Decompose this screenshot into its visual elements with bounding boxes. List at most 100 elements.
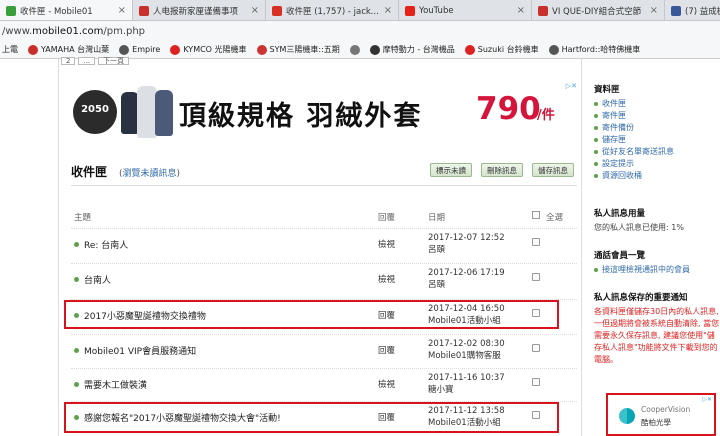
hartford-icon [548,44,559,55]
address-bar[interactable]: /www.mobile01.com/pm.php [0,21,720,41]
highlight-box [64,300,559,329]
bookmark-item[interactable]: Empire [119,44,160,55]
section-title: 資料匣 [594,85,620,95]
message-subject[interactable]: Mobile01 VIP會員服務通知 [84,344,196,357]
notify-section: 通話會員一覽 接這哩檢視通訊中的會員 [594,249,720,276]
message-subject[interactable]: Re: 台南人 [84,238,128,251]
bookmark-item[interactable]: SYM三陽機車::五期 [256,44,340,55]
gmail-favicon-icon [272,5,282,16]
bookmark-item[interactable]: 上電 [2,44,18,55]
bookmark-item[interactable]: Hartford::哈特佛機車 [548,44,640,55]
row-checkbox[interactable] [532,344,540,352]
usage-section: 私人訊息用量 您的私人訊息已使用: 1% [594,207,720,234]
ad-headline: 頂級規格 羽絨外套 [179,101,423,132]
browse-unread-link[interactable]: 瀏覽未讀訊息 [123,169,177,179]
close-tab-icon[interactable]: × [650,5,658,16]
sidebar-item-sent-backup[interactable]: 寄件備份 [594,122,720,134]
highlight-box [64,402,559,433]
reply-link[interactable]: 回覆 [378,344,395,356]
tab-title: VI QUE-DIY組合式空節 [552,6,642,17]
ad-text: 酷柏光學 [641,418,671,427]
browser-tab[interactable]: 收件匣 (1,757) - jackycl × [266,0,399,20]
left-gutter [0,59,58,436]
next-page-link[interactable]: 下一頁 [98,57,130,65]
row-checkbox[interactable] [532,378,540,386]
select-all-checkbox[interactable] [532,211,540,219]
ad-price-unit: /件 [537,108,555,123]
tab-title: 收件匣 - Mobile01 [20,6,93,17]
tab-title: 收件匣 (1,757) - jackycl [286,6,380,17]
page-title: 收件匣 [71,165,108,179]
yamaha-icon [28,44,38,55]
col-select-all: 全選 [546,213,564,223]
close-tab-icon[interactable]: × [517,5,525,16]
sidebar-ad[interactable]: ▷✕ CooperVision 酷柏光學 [606,393,716,436]
reply-link[interactable]: 檢視 [378,378,395,390]
adchoices-icon[interactable]: ▷✕ [566,82,577,90]
sidebar-item-saved[interactable]: 儲存匣 [594,134,720,146]
sidebar-item-send-from-friends[interactable]: 從好友名單寄送訊息 [594,146,720,158]
url-text: /www.mobile01.com/pm.php [2,25,146,37]
browser-tab-bar: 收件匣 - Mobile01 × 人电报新家厘谨備事项 × 收件匣 (1,757… [0,0,720,21]
tab-title: (7) 益成機 [685,6,720,17]
row-checkbox[interactable] [532,273,540,281]
ad-price: 790 [476,91,541,127]
message-meta: 2017-12-06 17:19 呂頤 [428,268,505,290]
browser-tab[interactable]: VI QUE-DIY組合式空節 × [532,0,665,20]
message-subject[interactable]: 需要木工做裝潢 [84,378,147,391]
close-tab-icon[interactable]: × [384,5,392,16]
adchoices-icon[interactable]: ▷✕ [702,396,712,403]
main-content: 2 ... 下一頁 2050 頂級規格 羽絨外套 790 /件 ▷✕ 收件匣 (… [58,57,582,436]
row-checkbox[interactable] [532,238,540,246]
bookmark-item[interactable]: Suzuki 台鈴機車 [464,44,539,55]
section-title: 私人訊息保存的重要通知 [594,293,688,303]
inbox-toolbar: 標示未讀 刪除訊息 儲存訊息 [430,163,574,177]
close-tab-icon[interactable]: × [251,5,259,16]
table-row[interactable]: 台南人 檢視 2017-12-06 17:19 呂頤 [71,263,577,294]
brand-badge: 2050 [73,90,117,134]
section-title: 私人訊息用量 [594,209,646,219]
table-row[interactable]: 需要木工做裝潢 檢視 2017-11-16 10:37 糖小寶 [71,368,577,399]
sidebar-item-settings[interactable]: 設定提示 [594,158,720,170]
unread-dot-icon [74,242,79,247]
sidebar-item-online-members[interactable]: 接這哩檢視通訊中的會員 [594,264,720,276]
bookmark-item[interactable]: 摩特動力 - 台灣機品 [369,44,455,55]
section-title: 通話會員一覽 [594,251,646,261]
page: 2 ... 下一頁 2050 頂級規格 羽絨外套 790 /件 ▷✕ 收件匣 (… [0,57,720,436]
message-subject[interactable]: 台南人 [84,273,111,286]
bookmark-item[interactable] [349,44,360,55]
retention-notice: 各資料匣僅儲存30日內的私人訊息, 一但過期將會被系統自動清除, 當您需要永久保… [594,307,720,364]
sidebar-item-trash[interactable]: 資源回收桶 [594,170,720,182]
unread-dot-icon [74,382,79,387]
bookmark-item[interactable]: YAMAHA 台灣山葉 [28,44,109,55]
col-subject: 主題 [74,213,92,223]
divider [71,185,577,186]
sym-icon [256,44,267,55]
table-row[interactable]: Re: 台南人 檢視 2017-12-07 12:52 呂頤 [71,228,577,259]
ad-banner[interactable]: 2050 頂級規格 羽絨外套 790 /件 ▷✕ [71,82,579,144]
browser-tab[interactable]: 收件匣 - Mobile01 × [0,0,133,20]
sidebar-item-sent[interactable]: 寄件匣 [594,110,720,122]
sidebar-item-inbox[interactable]: 收件匣 [594,98,720,110]
page-link[interactable]: 2 [61,57,76,65]
bookmark-item[interactable]: KYMCO 光陽機車 [170,44,247,55]
reply-link[interactable]: 檢視 [378,273,395,285]
table-row[interactable]: Mobile01 VIP會員服務通知 回覆 2017-12-02 08:30 Mo… [71,334,577,365]
save-message-button[interactable]: 儲存訊息 [532,163,574,177]
reply-link[interactable]: 檢視 [378,238,395,250]
favicon-icon [139,5,149,16]
browser-tab[interactable]: YouTube × [399,0,532,20]
kymco-icon [170,44,181,55]
col-reply: 回覆 [378,213,396,223]
page-ellipsis: ... [78,57,96,65]
browser-tab[interactable]: 人电报新家厘谨備事项 × [133,0,266,20]
unread-dot-icon [74,348,79,353]
jackets-image [121,84,175,142]
unread-filter: (瀏覽未讀訊息) [119,169,181,179]
close-tab-icon[interactable]: × [118,5,126,16]
suzuki-icon [464,44,475,55]
browser-tab[interactable]: (7) 益成機 [665,0,720,20]
mark-unread-button[interactable]: 標示未讀 [430,163,472,177]
delete-message-button[interactable]: 刪除訊息 [481,163,523,177]
favicon-icon [538,5,548,16]
